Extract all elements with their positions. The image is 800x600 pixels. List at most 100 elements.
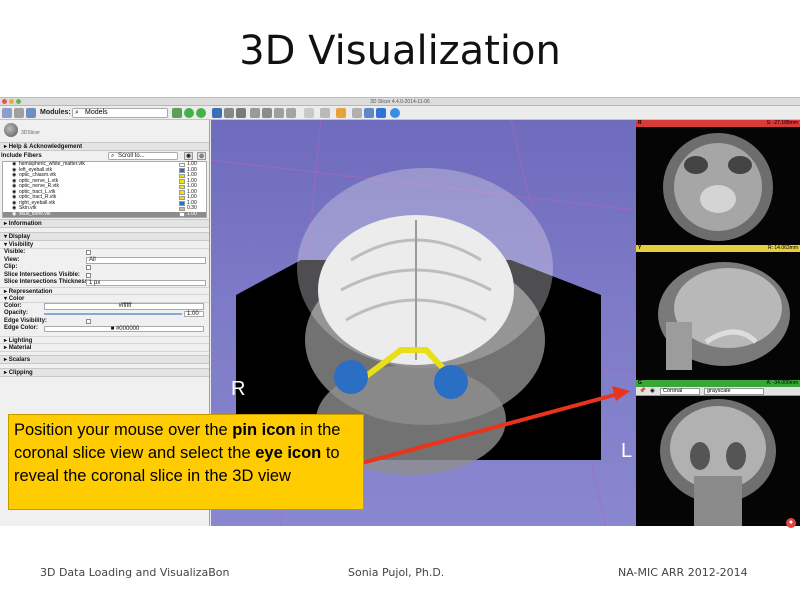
- extension-icon[interactable]: [224, 108, 234, 118]
- visible-label: Visible:: [4, 249, 26, 255]
- representation-subsection-header[interactable]: ▸ Representation: [0, 286, 209, 295]
- model-row[interactable]: ◉ skull_bone.vtk 1.00: [3, 211, 206, 218]
- back-arrow-icon[interactable]: [184, 108, 194, 118]
- four-up-layout-icon[interactable]: [262, 108, 272, 118]
- view-label: View:: [4, 256, 20, 263]
- clipping-section-header[interactable]: ▸ Clipping: [0, 367, 209, 377]
- orientation-label-left: R: [231, 378, 246, 400]
- opacity-row: Opacity: 1.00: [0, 310, 209, 318]
- red-slice-position: S: -27.188mm: [766, 120, 798, 126]
- model-color-swatch[interactable]: [179, 195, 185, 200]
- clip-label: Clip:: [4, 264, 18, 270]
- eye-icon[interactable]: ◉: [12, 211, 16, 218]
- red-slice-view[interactable]: [636, 127, 800, 245]
- red-slice-bar[interactable]: R S: -27.188mm: [636, 120, 800, 127]
- slice-intersections-visible-label: Slice Intersections Visible:: [4, 271, 80, 278]
- ruler-icon[interactable]: [352, 108, 362, 118]
- display-section-header[interactable]: ▾ Display: [0, 232, 209, 241]
- history-icon[interactable]: [172, 108, 182, 118]
- model-color-swatch[interactable]: [179, 173, 185, 178]
- scalars-section-header[interactable]: ▸ Scalars: [0, 354, 209, 364]
- visible-checkbox[interactable]: [86, 250, 91, 255]
- slide-title: 3D Visualization: [239, 28, 561, 74]
- model-color-swatch[interactable]: [179, 179, 185, 184]
- volume-select-value: grayscale: [707, 387, 731, 394]
- fiducial-icon[interactable]: [336, 108, 346, 118]
- main-toolbar: Modules: ⌕ Models: [0, 106, 800, 120]
- edge-color-value: #000000: [115, 325, 140, 332]
- resize-icon[interactable]: ●: [786, 518, 796, 528]
- extension-manager-icon[interactable]: [390, 108, 400, 118]
- display-section-label: Display: [8, 234, 31, 240]
- visibility-subsection-header[interactable]: ▾ Visibility: [0, 241, 209, 249]
- edge-color-picker-button[interactable]: ■ #000000: [44, 325, 204, 332]
- slice-intersections-thickness-spinbox[interactable]: 1 px: [86, 279, 206, 286]
- logo-row: 3DSlicer: [0, 120, 209, 142]
- modules-select[interactable]: ⌕ Models: [72, 108, 168, 118]
- save-icon[interactable]: [26, 108, 36, 118]
- eye-icon[interactable]: ◉: [650, 387, 655, 395]
- edge-visibility-label: Edge Visibility:: [4, 317, 47, 324]
- visible-row: Visible:: [0, 249, 209, 257]
- slice-intersections-visible-checkbox[interactable]: [86, 272, 91, 278]
- model-hierarchy-tree[interactable]: ◉ hemispheric_white_matter.vtk 1.00 ◉ left_e…: [2, 161, 207, 218]
- model-color-swatch[interactable]: [179, 162, 185, 167]
- screenshot-icon[interactable]: [274, 108, 284, 118]
- layout-icon[interactable]: [236, 108, 246, 118]
- slice-intersections-thickness-label: Slice Intersections Thickness:: [4, 279, 91, 285]
- material-subsection-header[interactable]: ▸ Material: [0, 344, 209, 352]
- help-section-header[interactable]: ▸ Help & Acknowledgement: [0, 142, 209, 151]
- toggle-all-visible-icon[interactable]: ◉: [184, 152, 193, 160]
- slicer-view-icon[interactable]: [286, 108, 296, 118]
- model-color-swatch[interactable]: [179, 201, 185, 206]
- clip-checkbox[interactable]: [86, 265, 91, 270]
- clipping-section-label: Clipping: [8, 369, 33, 376]
- edge-visibility-checkbox[interactable]: [86, 318, 91, 324]
- slice-intersections-thickness-row: Slice Intersections Thickness: 1 px: [0, 279, 209, 287]
- yellow-slice-view[interactable]: [636, 252, 800, 380]
- search-icon: ⌕: [111, 153, 115, 159]
- yellow-slice-bar[interactable]: Y R: 14.063mm: [636, 245, 800, 252]
- view-select[interactable]: All: [86, 257, 206, 264]
- pin-icon[interactable]: 📌: [639, 387, 646, 395]
- slicer-logo: [4, 123, 18, 137]
- callout-eye-icon-text: eye icon: [255, 444, 322, 462]
- eye-icon[interactable]: ◎: [197, 152, 206, 160]
- model-opacity[interactable]: 1.00: [187, 211, 197, 218]
- model-color-swatch[interactable]: [179, 206, 185, 211]
- transform-icon[interactable]: [376, 108, 386, 118]
- volume-select[interactable]: grayscale: [704, 387, 764, 395]
- model-color-swatch[interactable]: [179, 168, 185, 173]
- crosshair-icon[interactable]: [304, 108, 314, 118]
- python-icon[interactable]: [212, 108, 222, 118]
- color-row: Color: #ffffff: [0, 303, 209, 311]
- material-subsection-label: Material: [8, 344, 32, 351]
- opacity-slider[interactable]: [44, 313, 182, 315]
- green-slice-bar[interactable]: G A: -34.000mm: [636, 380, 800, 387]
- representation-subsection-label: Representation: [8, 288, 53, 295]
- conventional-layout-icon[interactable]: [250, 108, 260, 118]
- place-icon[interactable]: [364, 108, 374, 118]
- scroll-to-field[interactable]: ⌕ Scroll to...: [108, 152, 178, 160]
- model-color-swatch[interactable]: [179, 190, 185, 195]
- lighting-subsection-label: Lighting: [8, 337, 33, 344]
- data-icon[interactable]: [2, 108, 12, 118]
- red-slice-label: R: [638, 120, 642, 126]
- mouse-mode-icon[interactable]: [320, 108, 330, 118]
- include-fibers-label[interactable]: Include Fibers: [1, 153, 42, 159]
- model-color-swatch[interactable]: [179, 212, 185, 217]
- slice-views: R S: -27.188mm Y R: 14.063mm G A: -34.00…: [636, 120, 800, 526]
- model-color-swatch[interactable]: [179, 184, 185, 189]
- orientation-select-value: Coronal: [663, 387, 683, 394]
- information-section-header[interactable]: ▸ Information: [0, 219, 209, 228]
- opacity-label: Opacity:: [4, 310, 29, 316]
- color-subsection-header[interactable]: ▾ Color: [0, 295, 209, 303]
- dcm-icon[interactable]: [14, 108, 24, 118]
- forward-arrow-icon[interactable]: [196, 108, 206, 118]
- color-value: #ffffff: [118, 303, 132, 309]
- green-slice-view[interactable]: [636, 396, 800, 526]
- orientation-select[interactable]: Coronal: [660, 387, 700, 395]
- opacity-spinbox[interactable]: 1.00: [184, 310, 204, 317]
- lighting-subsection-header[interactable]: ▸ Lighting: [0, 335, 209, 344]
- color-picker-button[interactable]: #ffffff: [44, 303, 204, 310]
